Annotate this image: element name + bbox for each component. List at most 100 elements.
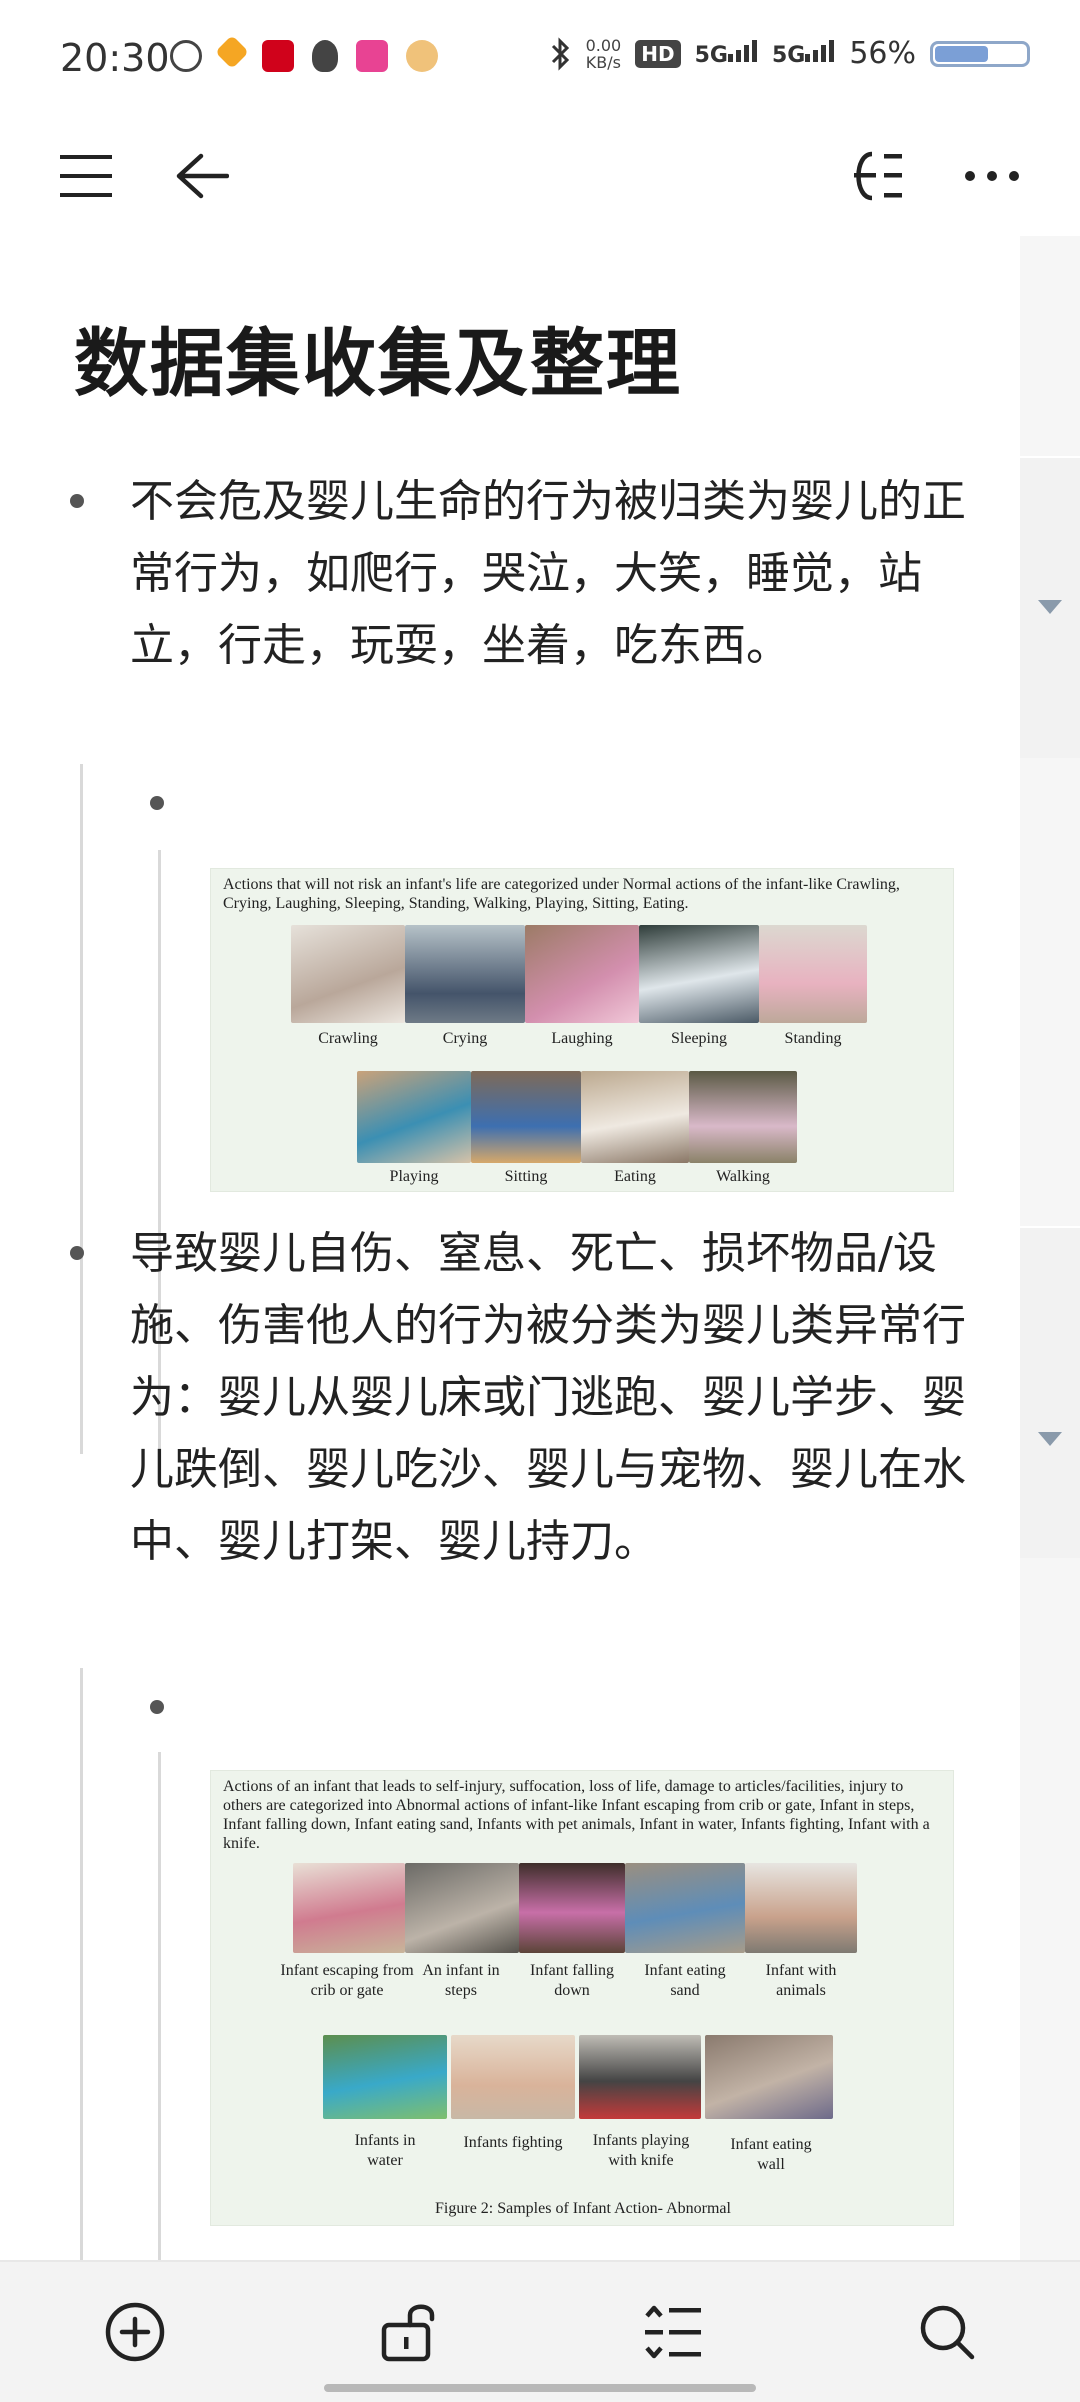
- search-button[interactable]: [906, 2294, 988, 2370]
- app-notification-icon: [356, 40, 388, 72]
- hamburger-menu-icon: [60, 155, 112, 197]
- hd-badge: HD: [635, 39, 681, 68]
- caret-down-icon: [1038, 1432, 1062, 1446]
- lock-button[interactable]: [368, 2292, 450, 2370]
- sub-bullet-point: [150, 796, 164, 810]
- label-crying: Crying: [442, 1030, 488, 1047]
- signal-bars-icon: [727, 39, 757, 62]
- image-laughing: [525, 925, 639, 1023]
- label-infant-steps: An infant in steps: [422, 1962, 500, 1999]
- label-sleeping: Sleeping: [671, 1030, 727, 1047]
- collapse-toggle[interactable]: [1034, 596, 1066, 620]
- image-infant-steps: [405, 1863, 519, 1953]
- image-with-animals: [745, 1863, 857, 1953]
- label-playing: Playing: [389, 1168, 439, 1185]
- sub-bullet-point: [150, 1700, 164, 1714]
- app-notification-icon: [406, 40, 438, 72]
- net-speed-unit: KB/s: [585, 52, 621, 72]
- back-button[interactable]: [166, 140, 238, 212]
- label-in-water: Infants in water: [354, 2132, 416, 2169]
- add-circle-icon: [105, 2302, 165, 2362]
- format-button[interactable]: [632, 2294, 714, 2370]
- page-title: 数据集收集及整理: [74, 321, 682, 407]
- right-gutter: [1020, 236, 1080, 2260]
- app-notification-icon: [262, 40, 294, 72]
- figure-normal-actions[interactable]: Actions that will not risk an infant's l…: [210, 868, 954, 1192]
- outline-button[interactable]: [838, 140, 914, 212]
- outline-icon: [854, 151, 902, 201]
- figure-abnormal-actions[interactable]: Actions of an infant that leads to self-…: [210, 1770, 954, 2226]
- label-laughing: Laughing: [551, 1030, 613, 1047]
- image-in-water: [323, 2035, 447, 2119]
- indent-guide: [80, 1668, 83, 2260]
- label-walking: Walking: [716, 1168, 770, 1185]
- app-bar: [0, 118, 1080, 238]
- status-right: 0.00 KB/s HD 5G 5G 56%: [550, 36, 1030, 71]
- line-spacing-icon: [645, 2305, 701, 2359]
- status-time: 20:30: [60, 36, 170, 80]
- label-with-animals: Infant with animals: [765, 1962, 837, 1999]
- image-crawling: [291, 925, 405, 1023]
- label-falling-down: Infant falling down: [530, 1962, 614, 1999]
- home-indicator[interactable]: [324, 2384, 756, 2392]
- image-walking: [689, 1071, 797, 1163]
- label-standing: Standing: [784, 1030, 842, 1047]
- back-arrow-icon: [176, 153, 229, 199]
- document-content[interactable]: 数据集收集及整理 不会危及婴儿生命的行为被归类为婴儿的正常行为，如爬行，哭泣，大…: [0, 236, 1020, 2260]
- status-bar: 20:30 0.00 KB/s HD 5G 5G 56%: [0, 0, 1080, 118]
- app-notification-icon: [215, 35, 249, 69]
- image-eating-wall: [705, 2035, 833, 2119]
- net-speed-value: 0.00: [585, 35, 622, 55]
- image-standing: [759, 925, 867, 1023]
- gutter-block: [1020, 1226, 1080, 1558]
- signal-label: 5G: [694, 42, 728, 68]
- image-eating: [581, 1071, 689, 1163]
- more-options-button[interactable]: [956, 140, 1028, 212]
- collapse-toggle[interactable]: [1034, 1428, 1066, 1452]
- search-icon: [920, 2305, 975, 2360]
- label-sitting: Sitting: [504, 1168, 548, 1185]
- image-escaping-crib: [293, 1863, 405, 1953]
- image-playing: [357, 1071, 471, 1163]
- net-speed: 0.00 KB/s: [586, 37, 622, 71]
- figure-caption: Actions that will not risk an infant's l…: [223, 876, 900, 912]
- figure-label: Figure 2: Samples of Infant Action- Abno…: [435, 2200, 731, 2217]
- label-fighting: Infants fighting: [463, 2134, 563, 2151]
- notification-icons: [170, 35, 438, 72]
- signal-5g-2: 5G: [771, 39, 835, 68]
- label-escaping-crib: Infant escaping from crib or gate: [280, 1962, 414, 1999]
- signal-5g-1: 5G: [694, 39, 758, 68]
- indent-guide: [80, 764, 83, 1454]
- penguin-icon: [312, 40, 338, 72]
- battery-fill: [935, 45, 988, 62]
- label-playing-knife: Infants playing with knife: [592, 2132, 690, 2169]
- battery-percent: 56%: [849, 36, 916, 71]
- app-notification-icon: [170, 40, 202, 72]
- figure-caption: Actions of an infant that leads to self-…: [223, 1778, 930, 1852]
- add-button[interactable]: [94, 2294, 176, 2370]
- signal-label: 5G: [771, 42, 806, 68]
- paragraph-abnormal-actions[interactable]: 导致婴儿自伤、窒息、死亡、损坏物品/设施、伤害他人的行为被分类为婴儿类异常行为：…: [130, 1218, 970, 1578]
- bullet-point: [70, 1246, 84, 1260]
- bullet-point: [70, 494, 84, 508]
- label-eating-wall: Infant eating wall: [730, 2136, 812, 2173]
- bluetooth-icon: [551, 36, 569, 71]
- label-eating-sand: Infant eating sand: [644, 1962, 726, 1999]
- battery-icon: [930, 40, 1030, 67]
- signal-bars-icon: [805, 39, 835, 62]
- label-crawling: Crawling: [318, 1030, 378, 1047]
- image-eating-sand: [625, 1863, 745, 1953]
- image-playing-knife: [579, 2035, 701, 2119]
- more-dots-icon: [965, 171, 1019, 181]
- unlock-icon: [381, 2304, 435, 2362]
- image-sitting: [471, 1071, 581, 1163]
- paragraph-normal-actions[interactable]: 不会危及婴儿生命的行为被归类为婴儿的正常行为，如爬行，哭泣，大笑，睡觉，站立，行…: [130, 466, 970, 682]
- image-fighting: [451, 2035, 575, 2119]
- image-falling-down: [519, 1863, 625, 1953]
- label-eating: Eating: [614, 1168, 656, 1185]
- bottom-toolbar: [0, 2260, 1080, 2402]
- caret-down-icon: [1038, 600, 1062, 614]
- image-crying: [405, 925, 525, 1023]
- menu-button[interactable]: [50, 140, 122, 212]
- indent-guide: [158, 1752, 161, 2260]
